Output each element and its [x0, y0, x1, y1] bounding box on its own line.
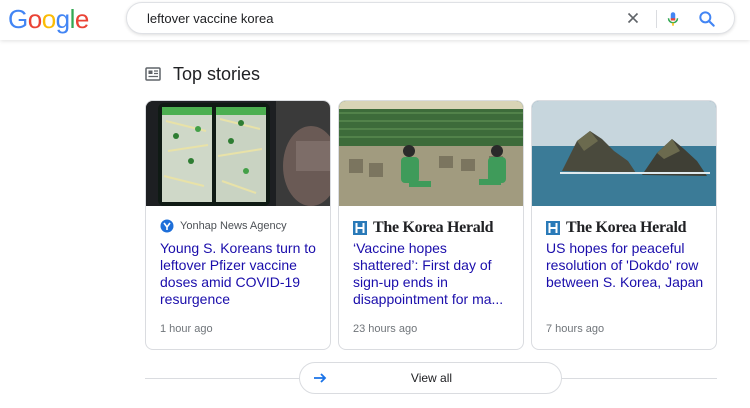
story-time: 23 hours ago: [353, 323, 418, 335]
view-all-button[interactable]: View all: [299, 362, 562, 394]
newspaper-icon: [145, 67, 161, 81]
search-icon[interactable]: [697, 9, 717, 29]
story-time: 7 hours ago: [546, 323, 605, 335]
korea-herald-logo-icon: [546, 221, 560, 235]
vaccination-hall-image: [339, 101, 523, 206]
islands-image: [532, 101, 716, 206]
divider: [145, 378, 300, 379]
story-source: The Korea Herald: [546, 219, 687, 237]
story-headline[interactable]: Young S. Koreans turn to leftover Pfizer…: [160, 240, 320, 308]
story-headline[interactable]: ‘Vaccine hopes shattered’: First day of …: [353, 240, 513, 308]
phone-map-image: [146, 101, 330, 206]
search-input[interactable]: leftover vaccine korea: [147, 11, 273, 26]
section-title: Top stories: [173, 64, 261, 84]
source-name: The Korea Herald: [566, 219, 687, 236]
story-card[interactable]: Yonhap News Agency Young S. Koreans turn…: [145, 100, 331, 350]
mic-icon[interactable]: [664, 9, 682, 29]
yonhap-logo-icon: [160, 219, 174, 233]
logo-letter: g: [55, 4, 70, 34]
divider: [562, 378, 717, 379]
source-name: The Korea Herald: [373, 219, 494, 236]
view-all-label: View all: [410, 371, 453, 385]
logo-letter: e: [74, 4, 89, 34]
story-card[interactable]: The Korea Herald US hopes for peaceful r…: [531, 100, 717, 350]
story-card[interactable]: The Korea Herald ‘Vaccine hopes shattere…: [338, 100, 524, 350]
google-logo[interactable]: Google: [8, 4, 89, 35]
source-name: Yonhap News Agency: [180, 220, 287, 232]
korea-herald-logo-icon: [353, 221, 367, 235]
header: Google leftover vaccine korea: [0, 0, 750, 40]
story-headline[interactable]: US hopes for peaceful resolution of 'Dok…: [546, 240, 706, 291]
story-time: 1 hour ago: [160, 323, 213, 335]
search-divider: [656, 10, 657, 28]
search-box[interactable]: leftover vaccine korea: [126, 2, 735, 34]
logo-letter: o: [27, 4, 42, 34]
close-icon[interactable]: [624, 9, 642, 27]
logo-letter: G: [8, 4, 28, 34]
story-source: The Korea Herald: [353, 219, 494, 237]
story-source: Yonhap News Agency: [160, 219, 287, 237]
logo-letter: o: [41, 4, 56, 34]
